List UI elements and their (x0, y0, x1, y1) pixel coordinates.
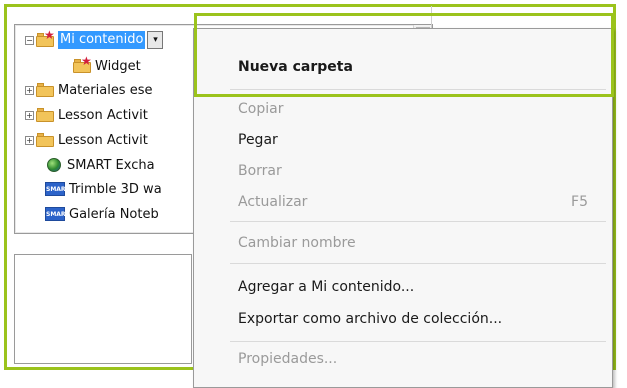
tree-item-label: Lesson Activit (58, 132, 148, 148)
smart-badge-icon: SMART (45, 182, 69, 196)
starred-folder-icon: ★ (73, 55, 92, 73)
tree-item-smart-exchange[interactable]: SMART Excha (45, 154, 155, 176)
tree-item-label: Widget (95, 58, 141, 74)
expand-icon[interactable]: + (25, 135, 34, 145)
menu-item-pegar[interactable]: Pegar (238, 132, 278, 148)
menu-item-label: Actualizar (238, 194, 308, 210)
tree-item-galeria-notebook[interactable]: SMART Galería Noteb (45, 203, 159, 225)
expand-icon[interactable]: + (25, 110, 34, 120)
tree-item-widget[interactable]: ★ Widget (73, 55, 141, 77)
smart-badge-icon: SMART (45, 207, 69, 221)
tree-item-materiales[interactable]: + Materiales ese (25, 79, 153, 101)
menu-item-copiar[interactable]: Copiar (238, 101, 283, 117)
tree-item-label: Materiales ese (58, 82, 153, 98)
tree-item-lesson-activit-1[interactable]: + Lesson Activit (25, 104, 148, 126)
tree-item-label: Mi contenido (58, 31, 146, 49)
folder-icon (36, 108, 54, 122)
globe-icon (47, 158, 61, 172)
shortcut-label: F5 (571, 194, 588, 210)
menu-item-exportar[interactable]: Exportar como archivo de colección... (238, 311, 502, 327)
expand-icon[interactable]: + (25, 85, 34, 95)
menu-item-agregar[interactable]: Agregar a Mi contenido... (238, 279, 414, 295)
starred-folder-icon: ★ (36, 29, 55, 47)
tree-item-label: Lesson Activit (58, 107, 148, 123)
menu-item-actualizar[interactable]: Actualizar (238, 194, 307, 210)
collapse-icon[interactable]: − (25, 35, 34, 45)
gallery-content-panel[interactable] (14, 254, 192, 364)
menu-item-propiedades[interactable]: Propiedades... (238, 351, 337, 367)
chevron-down-icon[interactable]: ▾ (147, 31, 164, 49)
tree-item-trimble[interactable]: SMART Trimble 3D wa (45, 178, 162, 200)
tree-item-label: Trimble 3D wa (69, 181, 162, 197)
menu-separator (230, 341, 606, 342)
folder-icon (36, 133, 54, 147)
tree-item-lesson-activit-2[interactable]: + Lesson Activit (25, 129, 148, 151)
menu-item-borrar[interactable]: Borrar (238, 163, 282, 179)
folder-icon (36, 83, 54, 97)
menu-separator (230, 221, 606, 222)
menu-separator (230, 263, 606, 264)
tree-item-mi-contenido[interactable]: − ★ Mi contenido ▾ (25, 29, 164, 51)
highlight-callout-box (194, 13, 614, 97)
menu-item-cambiar-nombre[interactable]: Cambiar nombre (238, 235, 356, 251)
tree-item-label: SMART Excha (67, 157, 155, 173)
tree-item-label: Galería Noteb (69, 206, 159, 222)
